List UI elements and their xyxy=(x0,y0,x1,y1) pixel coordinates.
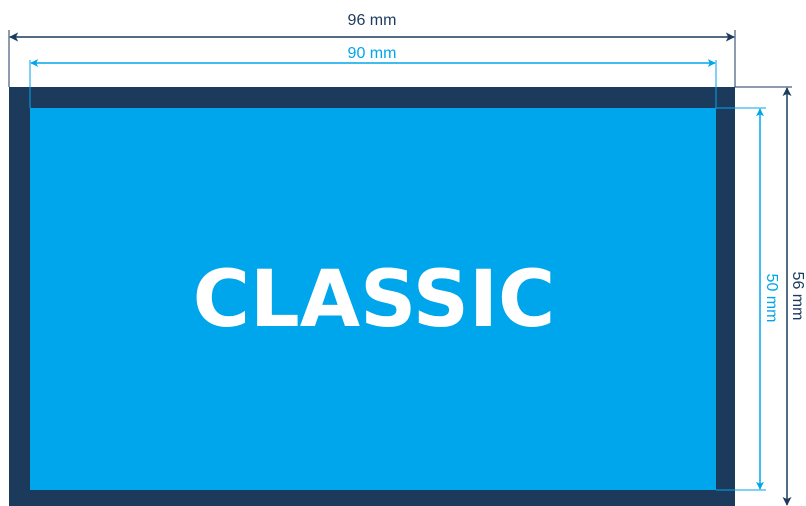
card-size-diagram: CLASSIC 96 mm 90 mm 50 mm 56 mm xyxy=(8,12,806,506)
card-label: CLASSIC xyxy=(193,255,555,345)
outer-width-label: 96 mm xyxy=(348,12,397,29)
inner-width-label: 90 mm xyxy=(348,45,397,62)
inner-height-label: 50 mm xyxy=(763,274,780,323)
outer-height-label: 56 mm xyxy=(789,272,806,321)
